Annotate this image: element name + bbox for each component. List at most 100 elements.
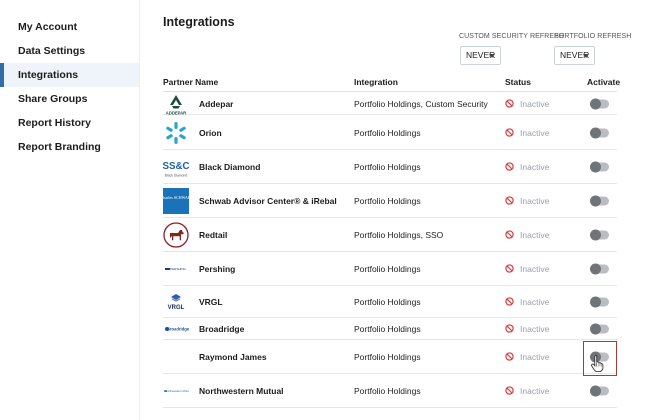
vrgl-logo-text: VRGL bbox=[168, 305, 185, 311]
partner-name: Pershing bbox=[199, 263, 236, 274]
chevron-down-icon bbox=[583, 54, 589, 58]
partner-name: Orion bbox=[199, 127, 222, 138]
chevron-down-icon bbox=[489, 54, 495, 58]
inactive-icon bbox=[505, 128, 514, 137]
portfolio-refresh-select[interactable]: NEVER bbox=[554, 46, 595, 65]
integration-type: Portfolio Holdings bbox=[354, 323, 421, 334]
status-indicator: Inactive bbox=[505, 352, 549, 362]
addepar-logo-text: ADDEPAR bbox=[166, 110, 186, 115]
status-text: Inactive bbox=[520, 351, 550, 362]
settings-sidebar: My Account Data Settings Integrations Sh… bbox=[0, 0, 140, 420]
partner-name: VRGL bbox=[199, 296, 223, 307]
table-row-raymond-james: Raymond James Portfolio Holdings Inactive bbox=[163, 340, 617, 374]
column-header-status: Status bbox=[505, 77, 531, 87]
toggle-knob bbox=[590, 161, 601, 172]
table-row-broadridge: Broadridge Broadridge Portfolio Holdings In… bbox=[163, 318, 617, 340]
toggle-knob bbox=[590, 296, 601, 307]
table-row-black-diamond: SS&C Black Diamond Black Diamond Portfolio … bbox=[163, 150, 617, 184]
table-row-northwestern-mutual: Northwestern Mutual Northwestern Mutual Po… bbox=[163, 374, 617, 408]
status-indicator: Inactive bbox=[505, 128, 549, 138]
table-row-orion: Orion Portfolio Holdings Inactive bbox=[163, 116, 617, 150]
hand-cursor-icon bbox=[591, 354, 604, 372]
activate-toggle[interactable] bbox=[590, 229, 609, 240]
toggle-knob bbox=[590, 323, 601, 334]
status-indicator: Inactive bbox=[505, 196, 549, 206]
activate-toggle[interactable] bbox=[590, 127, 609, 138]
page-title: Integrations bbox=[163, 15, 235, 29]
custom-security-refresh-label: CUSTOM SECURITY REFRESH bbox=[459, 33, 565, 40]
status-indicator: Inactive bbox=[505, 162, 549, 172]
addepar-logo: ADDEPAR bbox=[163, 91, 189, 117]
inactive-icon bbox=[505, 297, 514, 306]
activate-toggle[interactable] bbox=[590, 385, 609, 396]
status-text: Inactive bbox=[520, 161, 550, 172]
activate-toggle[interactable] bbox=[590, 98, 609, 109]
integration-type: Portfolio Holdings bbox=[354, 351, 421, 362]
inactive-icon bbox=[505, 264, 514, 273]
partner-name: Addepar bbox=[199, 98, 234, 109]
integration-type: Portfolio Holdings, SSO bbox=[354, 229, 444, 240]
toggle-knob bbox=[590, 195, 601, 206]
integration-type: Portfolio Holdings bbox=[354, 127, 421, 138]
toggle-knob bbox=[590, 263, 601, 274]
sidebar-item-share-groups[interactable]: Share Groups bbox=[0, 87, 139, 111]
schwab-logo-text: charles SCHWAB bbox=[163, 195, 189, 200]
partner-name: Schwab Advisor Center® & iRebal bbox=[199, 195, 337, 206]
toggle-knob bbox=[590, 385, 601, 396]
activate-toggle[interactable] bbox=[590, 263, 609, 274]
integration-type: Portfolio Holdings bbox=[354, 161, 421, 172]
northwestern-mutual-logo-text: Northwestern Mutual bbox=[165, 389, 189, 393]
status-indicator: Inactive bbox=[505, 386, 549, 396]
black-diamond-logo: SS&C Black Diamond bbox=[163, 154, 189, 180]
inactive-icon bbox=[505, 99, 514, 108]
sidebar-item-report-history[interactable]: Report History bbox=[0, 111, 139, 135]
partner-name: Black Diamond bbox=[199, 161, 261, 172]
custom-security-refresh-select[interactable]: NEVER bbox=[460, 46, 501, 65]
status-text: Inactive bbox=[520, 323, 550, 334]
toggle-knob bbox=[590, 229, 601, 240]
broadridge-logo-text: Broadridge bbox=[167, 326, 189, 331]
sidebar-item-integrations[interactable]: Integrations bbox=[0, 63, 139, 87]
status-text: Inactive bbox=[520, 195, 550, 206]
pershing-logo-text: PERSHING bbox=[170, 267, 186, 271]
inactive-icon bbox=[505, 230, 514, 239]
activate-toggle[interactable] bbox=[590, 161, 609, 172]
status-indicator: Inactive bbox=[505, 297, 549, 307]
partner-name: Raymond James bbox=[199, 351, 267, 362]
integration-type: Portfolio Holdings bbox=[354, 195, 421, 206]
integration-type: Portfolio Holdings bbox=[354, 263, 421, 274]
table-row-schwab-advisor-center-irebal: charles SCHWAB Schwab Advisor Center® & i… bbox=[163, 184, 617, 218]
status-indicator: Inactive bbox=[505, 99, 549, 109]
status-indicator: Inactive bbox=[505, 324, 549, 334]
status-text: Inactive bbox=[520, 229, 550, 240]
integration-type: Portfolio Holdings bbox=[354, 296, 421, 307]
partner-name: Northwestern Mutual bbox=[199, 385, 284, 396]
sidebar-item-data-settings[interactable]: Data Settings bbox=[0, 39, 139, 63]
orion-logo bbox=[163, 120, 189, 146]
status-indicator: Inactive bbox=[505, 264, 549, 274]
northwestern-mutual-logo: Northwestern Mutual bbox=[163, 378, 189, 404]
column-header-integration: Integration bbox=[354, 77, 398, 87]
table-row-vrgl: VRGL VRGL Portfolio Holdings Inactive bbox=[163, 286, 617, 318]
status-text: Inactive bbox=[520, 263, 550, 274]
activate-toggle[interactable] bbox=[590, 323, 609, 334]
ssc-logo-text: SS&C bbox=[163, 160, 189, 171]
sidebar-item-report-branding[interactable]: Report Branding bbox=[0, 135, 139, 159]
activate-toggle[interactable] bbox=[590, 296, 609, 307]
column-header-activate: Activate bbox=[587, 77, 621, 87]
activate-toggle[interactable] bbox=[590, 195, 609, 206]
table-row-pershing: PERSHING Pershing Portfolio Holdings Inacti… bbox=[163, 252, 617, 286]
schwab-logo: charles SCHWAB bbox=[163, 187, 189, 214]
integration-type: Portfolio Holdings bbox=[354, 385, 421, 396]
status-text: Inactive bbox=[520, 127, 550, 138]
toggle-knob bbox=[590, 127, 601, 138]
inactive-icon bbox=[505, 196, 514, 205]
inactive-icon bbox=[505, 162, 514, 171]
status-text: Inactive bbox=[520, 296, 550, 307]
inactive-icon bbox=[505, 386, 514, 395]
sidebar-item-my-account[interactable]: My Account bbox=[0, 15, 139, 39]
status-text: Inactive bbox=[520, 98, 550, 109]
pershing-logo: PERSHING bbox=[163, 256, 189, 282]
partner-name: Broadridge bbox=[199, 323, 245, 334]
table-row-addepar: ADDEPAR Addepar Portfolio Holdings, Custom… bbox=[163, 93, 617, 115]
